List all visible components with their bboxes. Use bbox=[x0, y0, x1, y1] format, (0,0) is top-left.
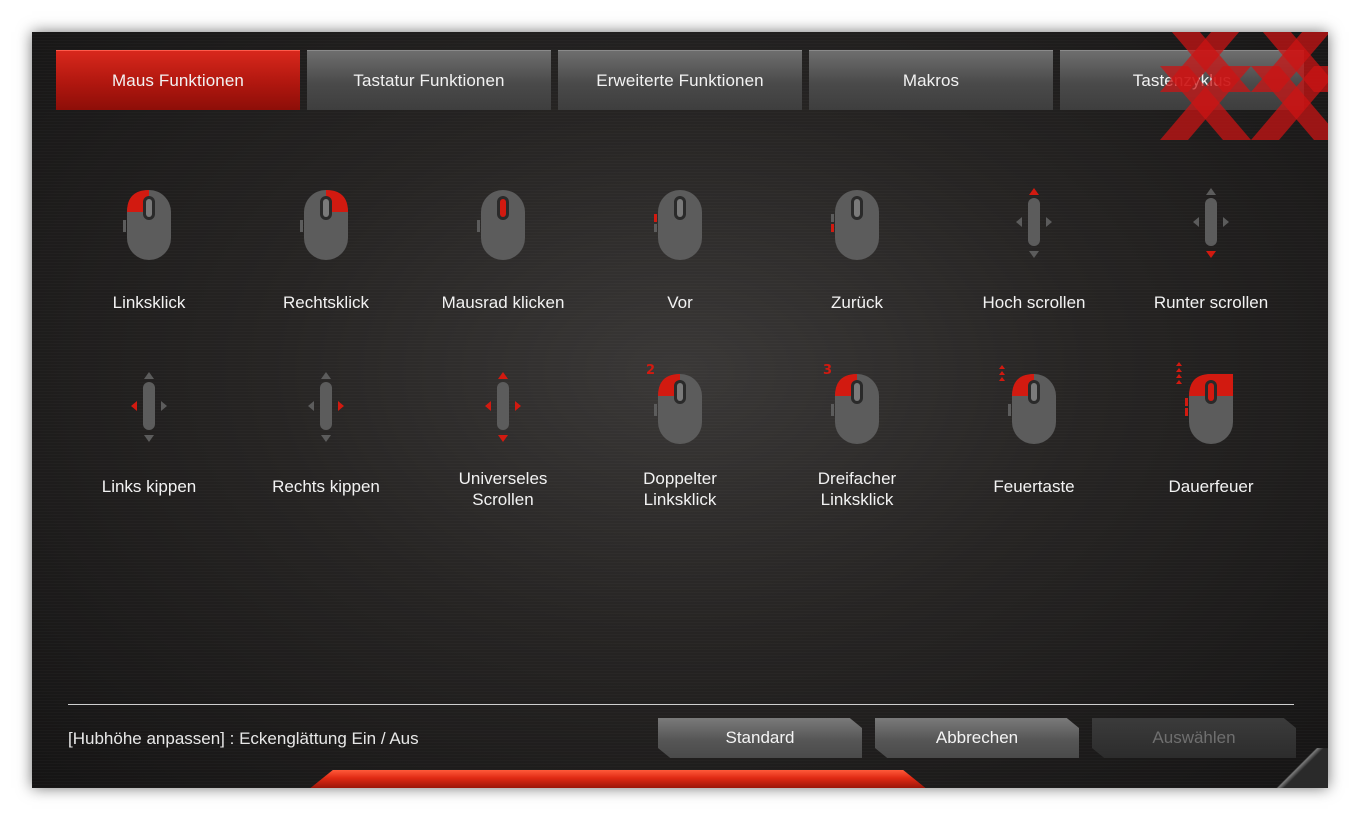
function-runter-scrollen[interactable]: Runter scrollen bbox=[1123, 184, 1299, 344]
tab-tastatur-funktionen[interactable]: Tastatur Funktionen bbox=[307, 50, 551, 110]
hint-text: [Hubhöhe anpassen] : Eckenglättung Ein /… bbox=[68, 729, 419, 748]
tab-bar: Maus Funktionen Tastatur Funktionen Erwe… bbox=[56, 50, 1306, 110]
function-label: Zurück bbox=[831, 293, 883, 312]
function-zurueck[interactable]: Zurück bbox=[769, 184, 945, 344]
function-label: Rechtsklick bbox=[283, 293, 369, 312]
tab-tastenzyklus[interactable]: Tastenzyklus bbox=[1060, 50, 1304, 110]
double-left-click-icon: 2 bbox=[646, 363, 702, 444]
resize-grip[interactable] bbox=[1268, 748, 1328, 788]
mouse-forward-icon bbox=[654, 190, 702, 260]
accent-bar bbox=[308, 770, 928, 788]
fire-button-icon bbox=[999, 365, 1056, 444]
function-label: Linksklick bbox=[112, 293, 186, 312]
function-dreifacher-linksklick[interactable]: 3 Dreifacher Linksklick bbox=[769, 363, 945, 528]
function-label: Vor bbox=[667, 293, 693, 312]
select-button[interactable]: Auswählen bbox=[1092, 718, 1296, 758]
tab-erweiterte-funktionen[interactable]: Erweiterte Funktionen bbox=[558, 50, 802, 110]
footer-divider bbox=[68, 704, 1294, 705]
function-label: Universeles Scrollen bbox=[458, 469, 548, 509]
function-label: Links kippen bbox=[101, 477, 197, 496]
scroll-down-icon bbox=[1193, 188, 1229, 258]
cancel-button[interactable]: Abbrechen bbox=[875, 718, 1079, 758]
mouse-left-click-icon bbox=[123, 190, 171, 260]
function-vor[interactable]: Vor bbox=[592, 184, 768, 344]
standard-button[interactable]: Standard bbox=[658, 718, 862, 758]
tab-maus-funktionen[interactable]: Maus Funktionen bbox=[56, 50, 300, 110]
mouse-functions-dialog: Maus Funktionen Tastatur Funktionen Erwe… bbox=[32, 32, 1328, 788]
triple-left-click-icon: 3 bbox=[823, 363, 879, 444]
function-universeles-scrollen[interactable]: Universeles Scrollen bbox=[415, 368, 591, 528]
function-label: Doppelter Linksklick bbox=[643, 469, 717, 509]
mouse-wheel-click-icon bbox=[477, 190, 525, 260]
mouse-back-icon bbox=[831, 190, 879, 260]
function-label: Mausrad klicken bbox=[441, 293, 565, 312]
rapid-fire-icon bbox=[1176, 362, 1233, 444]
function-linksklick[interactable]: Linksklick bbox=[61, 184, 237, 344]
function-label: Rechts kippen bbox=[272, 477, 380, 496]
function-doppelter-linksklick[interactable]: 2 Doppelter Linksklick bbox=[592, 363, 768, 528]
mouse-right-click-icon bbox=[300, 190, 348, 260]
function-hoch-scrollen[interactable]: Hoch scrollen bbox=[946, 184, 1122, 344]
badge-text: 2 bbox=[646, 363, 655, 378]
tilt-left-icon bbox=[131, 372, 167, 442]
universal-scroll-icon bbox=[485, 372, 521, 442]
function-rechtsklick[interactable]: Rechtsklick bbox=[238, 184, 414, 344]
function-dauerfeuer[interactable]: Dauerfeuer bbox=[1123, 362, 1299, 528]
function-links-kippen[interactable]: Links kippen bbox=[61, 368, 237, 528]
function-label: Runter scrollen bbox=[1153, 293, 1269, 312]
tilt-right-icon bbox=[308, 372, 344, 442]
scroll-up-icon bbox=[1016, 188, 1052, 258]
function-label: Hoch scrollen bbox=[982, 293, 1086, 312]
badge-text: 3 bbox=[823, 363, 832, 378]
function-feuertaste[interactable]: Feuertaste bbox=[946, 365, 1122, 528]
function-label: Dauerfeuer bbox=[1168, 477, 1254, 496]
function-label: Feuertaste bbox=[993, 477, 1075, 496]
tab-makros[interactable]: Makros bbox=[809, 50, 1053, 110]
function-mausrad-klicken[interactable]: Mausrad klicken bbox=[415, 184, 591, 344]
function-label: Dreifacher Linksklick bbox=[817, 469, 897, 509]
function-rechts-kippen[interactable]: Rechts kippen bbox=[238, 368, 414, 528]
